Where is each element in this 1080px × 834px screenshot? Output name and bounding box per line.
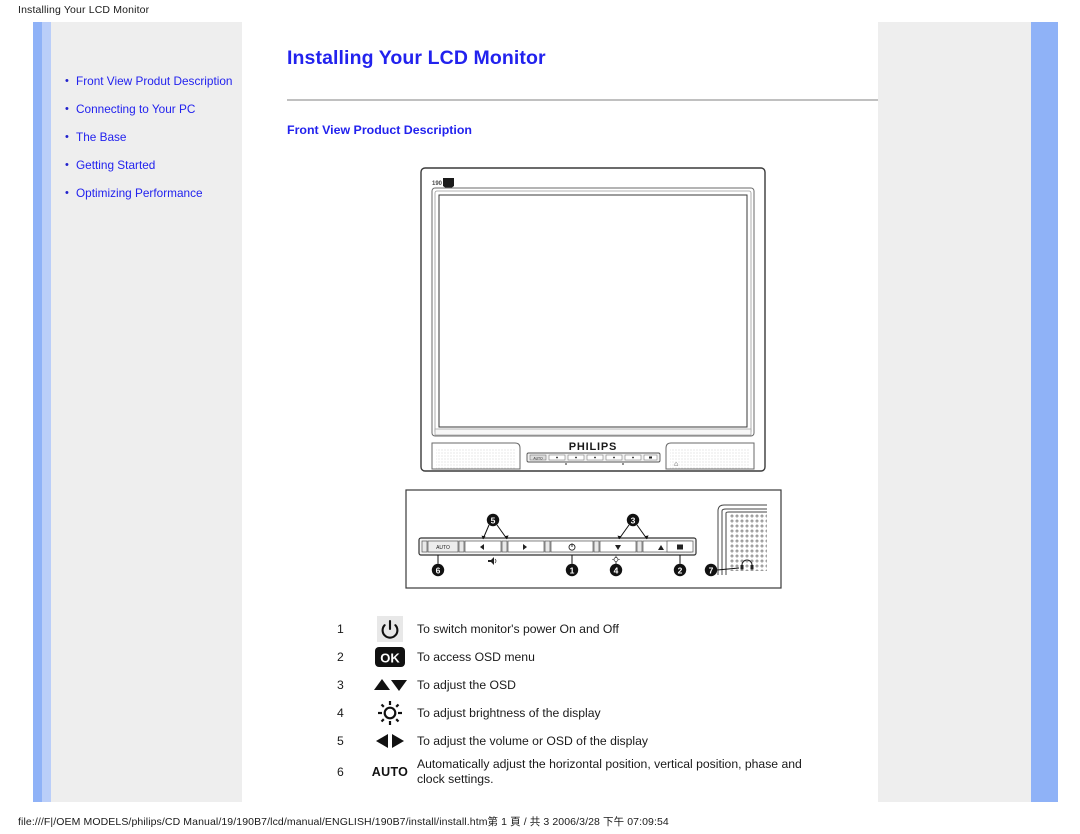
- control-legend-list: 1 To switch monitor's power On and Off 2: [337, 616, 857, 791]
- legend-description: To adjust the OSD: [417, 677, 516, 692]
- bullet-icon: •: [65, 75, 69, 87]
- legend-description: To switch monitor's power On and Off: [417, 621, 619, 636]
- svg-text:7: 7: [709, 566, 714, 576]
- print-header: Installing Your LCD Monitor: [18, 4, 150, 16]
- title-divider: [287, 99, 897, 101]
- sidebar-item-getting-started[interactable]: • Getting Started: [65, 158, 245, 173]
- up-down-arrows-icon: [363, 673, 417, 697]
- legend-number: 5: [337, 734, 344, 748]
- svg-text:AUTO: AUTO: [533, 456, 543, 460]
- monitor-brand-label: PHILIPS: [569, 441, 617, 453]
- sidebar-item-front-view-product-description[interactable]: • Front View Produt Description: [65, 74, 245, 89]
- svg-text:190: 190: [432, 181, 443, 187]
- legend-number: 3: [337, 678, 344, 692]
- svg-text:2: 2: [678, 566, 683, 576]
- bullet-icon: •: [65, 131, 69, 143]
- svg-text:3: 3: [631, 516, 636, 526]
- svg-text:4: 4: [614, 566, 619, 576]
- ok-key-icon: [677, 544, 683, 550]
- page-frame: • Front View Produt Description • Connec…: [33, 22, 1058, 802]
- section-title: Front View Product Description: [287, 123, 472, 137]
- legend-number: 2: [337, 650, 344, 664]
- control-auto-key-label: AUTO: [436, 545, 450, 551]
- sidebar-item-label: Front View Produt Description: [76, 74, 233, 88]
- left-right-arrows-icon: [363, 729, 417, 753]
- legend-description: To adjust brightness of the display: [417, 705, 601, 720]
- right-blue-rail: [1031, 22, 1058, 802]
- sidebar-item-label: Optimizing Performance: [76, 186, 203, 200]
- bullet-icon: •: [65, 187, 69, 199]
- legend-description: To access OSD menu: [417, 649, 535, 664]
- legend-description: Automatically adjust the horizontal posi…: [417, 757, 802, 786]
- monitor-front-view-image: 190 PHILIPS ⌂ AUTO: [420, 167, 766, 472]
- legend-row: 2 OK To access OSD menu: [337, 645, 857, 669]
- legend-row: 6 AUTO Automatically adjust the horizont…: [337, 757, 857, 787]
- legend-row: 5 To adjust the volume or OSD of the dis…: [337, 729, 857, 753]
- left-blue-rail-outer: [33, 22, 42, 802]
- sidebar: • Front View Produt Description • Connec…: [51, 22, 242, 802]
- svg-text:1: 1: [570, 566, 575, 576]
- sidebar-item-label: The Base: [76, 130, 127, 144]
- power-icon: [363, 616, 417, 642]
- print-footer: file:///F|/OEM MODELS/philips/CD Manual/…: [18, 816, 669, 828]
- bullet-icon: •: [65, 103, 69, 115]
- legend-number: 6: [337, 765, 344, 779]
- legend-row: 4 To adjust brightness of the display: [337, 701, 857, 725]
- svg-text:6: 6: [436, 566, 441, 576]
- svg-text:⌂: ⌂: [674, 461, 678, 468]
- auto-text-icon: AUTO: [371, 765, 409, 779]
- page-title: Installing Your LCD Monitor: [287, 47, 546, 69]
- main-content: Installing Your LCD Monitor Front View P…: [242, 22, 897, 802]
- control-panel-diagram-image: AUTO 5 3 6 1 4 2 7: [405, 489, 782, 589]
- sidebar-item-optimizing-performance[interactable]: • Optimizing Performance: [65, 186, 245, 201]
- legend-number: 4: [337, 706, 344, 720]
- svg-text:OK: OK: [380, 651, 400, 666]
- sidebar-item-label: Getting Started: [76, 158, 156, 172]
- sidebar-item-connecting-to-your-pc[interactable]: • Connecting to Your PC: [65, 102, 245, 117]
- svg-text:5: 5: [491, 516, 496, 526]
- sidebar-item-label: Connecting to Your PC: [76, 102, 196, 116]
- legend-number: 1: [337, 622, 344, 636]
- right-grey-panel: [878, 22, 1031, 802]
- sidebar-item-the-base[interactable]: • The Base: [65, 130, 245, 145]
- sidebar-nav-list: • Front View Produt Description • Connec…: [65, 74, 245, 214]
- legend-description: To adjust the volume or OSD of the displ…: [417, 733, 649, 748]
- legend-row: 1 To switch monitor's power On and Off: [337, 616, 857, 642]
- bullet-icon: •: [65, 159, 69, 171]
- ok-icon: OK: [363, 645, 417, 669]
- brightness-icon: [363, 701, 417, 725]
- left-blue-rail-inner: [42, 22, 51, 802]
- legend-row: 3 To adjust the OSD: [337, 673, 857, 697]
